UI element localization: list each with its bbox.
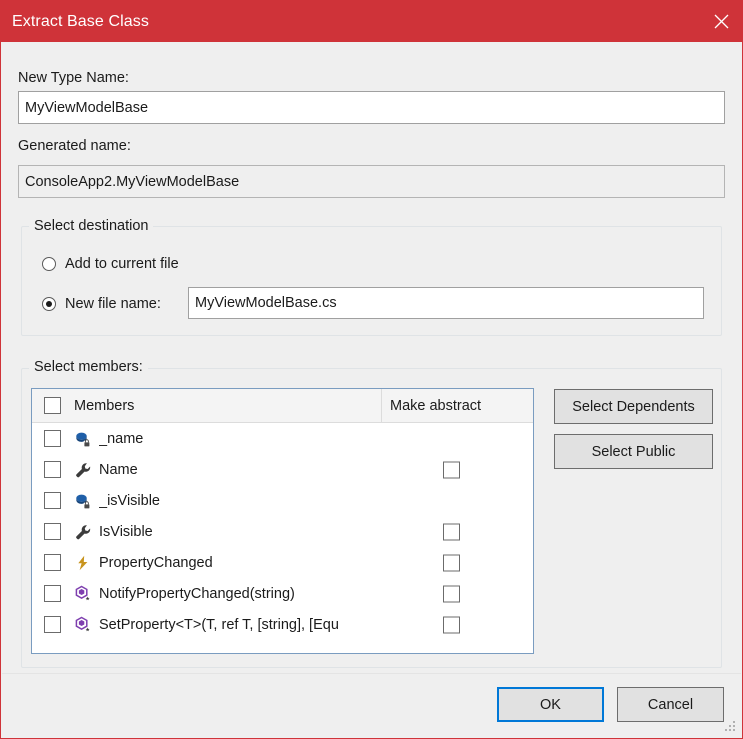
row-checkbox[interactable] bbox=[44, 616, 61, 633]
table-row[interactable]: _isVisible bbox=[32, 485, 533, 516]
select-destination-legend: Select destination bbox=[29, 218, 153, 234]
resize-grip-icon[interactable] bbox=[723, 721, 737, 735]
property-icon bbox=[74, 461, 92, 479]
member-name: IsVisible bbox=[99, 524, 153, 540]
column-header-members-label: Members bbox=[74, 398, 134, 414]
table-row[interactable]: Name bbox=[32, 454, 533, 485]
make-abstract-checkbox[interactable] bbox=[443, 554, 460, 571]
new-file-name-input[interactable] bbox=[188, 287, 704, 319]
checkbox-indicator bbox=[44, 616, 61, 633]
method-icon bbox=[74, 616, 92, 634]
generated-name-label: Generated name: bbox=[18, 137, 131, 155]
table-row[interactable]: SetProperty<T>(T, ref T, [string], [Equ bbox=[32, 609, 533, 640]
event-icon bbox=[74, 554, 92, 572]
select-all-checkbox[interactable] bbox=[44, 397, 61, 414]
table-row[interactable]: PropertyChanged bbox=[32, 547, 533, 578]
title-bar: Extract Base Class bbox=[1, 1, 743, 42]
checkbox-indicator bbox=[44, 397, 61, 414]
row-checkbox[interactable] bbox=[44, 461, 61, 478]
generated-name-input bbox=[18, 165, 725, 198]
new-type-name-input[interactable] bbox=[18, 91, 725, 124]
row-checkbox[interactable] bbox=[44, 523, 61, 540]
checkbox-indicator bbox=[443, 461, 460, 478]
make-abstract-checkbox[interactable] bbox=[443, 585, 460, 602]
radio-indicator bbox=[42, 257, 56, 271]
radio-new-file-name[interactable]: New file name: bbox=[42, 296, 161, 312]
make-abstract-checkbox[interactable] bbox=[443, 523, 460, 540]
field-private-icon bbox=[74, 430, 92, 448]
row-checkbox[interactable] bbox=[44, 585, 61, 602]
select-members-legend: Select members: bbox=[29, 359, 148, 375]
members-list[interactable]: Members Make abstract _name bbox=[31, 388, 534, 654]
property-icon bbox=[74, 523, 92, 541]
method-icon bbox=[74, 585, 92, 603]
row-checkbox[interactable] bbox=[44, 430, 61, 447]
checkbox-indicator bbox=[44, 523, 61, 540]
row-checkbox[interactable] bbox=[44, 554, 61, 571]
table-row[interactable]: _name bbox=[32, 423, 533, 454]
member-name: _name bbox=[99, 431, 143, 447]
field-private-icon bbox=[74, 492, 92, 510]
column-header-make-abstract-label: Make abstract bbox=[390, 398, 481, 414]
member-name: SetProperty<T>(T, ref T, [string], [Equ bbox=[99, 617, 339, 633]
checkbox-indicator bbox=[44, 585, 61, 602]
make-abstract-checkbox[interactable] bbox=[443, 616, 460, 633]
checkbox-indicator bbox=[443, 616, 460, 633]
make-abstract-checkbox[interactable] bbox=[443, 461, 460, 478]
member-name: _isVisible bbox=[99, 493, 160, 509]
checkbox-indicator bbox=[443, 554, 460, 571]
select-public-button[interactable]: Select Public bbox=[554, 434, 713, 469]
column-header-make-abstract: Make abstract bbox=[382, 389, 533, 422]
extract-base-class-dialog: Extract Base Class New Type Name: Genera… bbox=[0, 0, 743, 739]
select-dependents-button[interactable]: Select Dependents bbox=[554, 389, 713, 424]
radio-label: New file name: bbox=[65, 296, 161, 312]
radio-label: Add to current file bbox=[65, 256, 179, 272]
table-row[interactable]: IsVisible bbox=[32, 516, 533, 547]
row-checkbox[interactable] bbox=[44, 492, 61, 509]
checkbox-indicator bbox=[44, 492, 61, 509]
dialog-title: Extract Base Class bbox=[12, 12, 149, 32]
checkbox-indicator bbox=[44, 430, 61, 447]
members-list-header: Members Make abstract bbox=[32, 389, 533, 423]
ok-button[interactable]: OK bbox=[497, 687, 604, 722]
checkbox-indicator bbox=[443, 523, 460, 540]
checkbox-indicator bbox=[44, 461, 61, 478]
checkbox-indicator bbox=[443, 585, 460, 602]
column-header-members: Members bbox=[32, 389, 382, 422]
member-name: NotifyPropertyChanged(string) bbox=[99, 586, 295, 602]
close-icon[interactable] bbox=[698, 1, 743, 42]
radio-add-to-current-file[interactable]: Add to current file bbox=[42, 256, 179, 272]
select-destination-group bbox=[21, 226, 722, 336]
new-type-name-label: New Type Name: bbox=[18, 69, 129, 87]
cancel-button[interactable]: Cancel bbox=[617, 687, 724, 722]
checkbox-indicator bbox=[44, 554, 61, 571]
member-name: PropertyChanged bbox=[99, 555, 213, 571]
table-row[interactable]: NotifyPropertyChanged(string) bbox=[32, 578, 533, 609]
member-name: Name bbox=[99, 462, 138, 478]
radio-indicator bbox=[42, 297, 56, 311]
